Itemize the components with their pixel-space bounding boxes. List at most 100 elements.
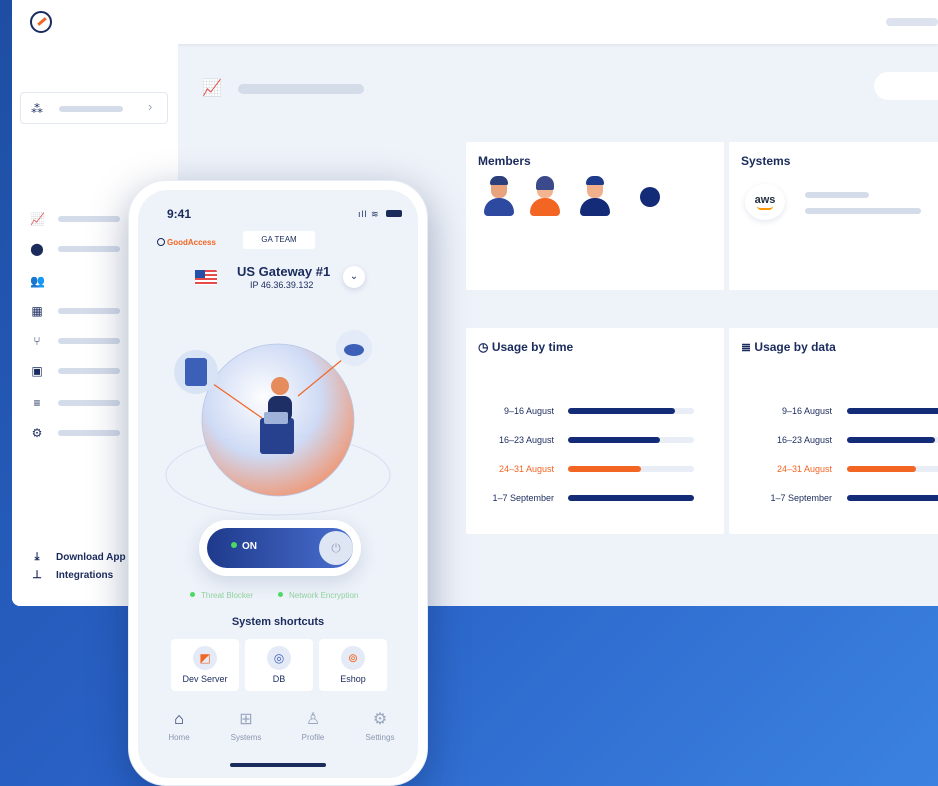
- gateway-ip: IP 46.36.39.132: [250, 280, 314, 290]
- shortcut-eshop[interactable]: ⊚ Eshop: [319, 639, 387, 691]
- usage-bar-track: [568, 466, 694, 472]
- download-icon: ⤓: [34, 551, 40, 563]
- usage-row-label: 16–23 August: [498, 435, 554, 445]
- usage-row-label: 24–31 August: [776, 464, 832, 474]
- shortcut-dev-server[interactable]: ◩ Dev Server: [171, 639, 239, 691]
- shortcut-db[interactable]: ◎ DB: [245, 639, 313, 691]
- sidebar-item-label-placeholder: [58, 246, 120, 252]
- system-name-placeholder: [805, 192, 869, 198]
- gears-icon: ⚙: [31, 426, 43, 440]
- usage-row: 9–16 August: [729, 404, 938, 418]
- usage-row-label: 24–31 August: [498, 464, 554, 474]
- org-icon: ⁂: [31, 102, 43, 116]
- tab-profile[interactable]: ♙ Profile: [285, 710, 341, 742]
- sidebar-item-label-placeholder: [58, 338, 120, 344]
- signal-wifi-icon: ıll ≋: [358, 209, 380, 219]
- team-selector[interactable]: GA TEAM: [243, 231, 315, 249]
- goodaccess-logo-icon[interactable]: [30, 11, 52, 33]
- organization-selector[interactable]: ⁂ ›: [20, 92, 168, 124]
- status-led-icon: [190, 592, 195, 597]
- toggle-state-text: ON: [242, 541, 257, 552]
- vpn-toggle[interactable]: ON ⏻: [199, 520, 361, 576]
- download-app-label: Download App: [56, 552, 126, 563]
- download-app-link[interactable]: ⤓ Download App: [30, 548, 126, 566]
- branch-icon: ⑂: [33, 334, 41, 348]
- members-card: Members: [466, 142, 724, 290]
- usage-bar-track: [847, 466, 938, 472]
- usage-row-label: 9–16 August: [781, 406, 832, 416]
- status-bar-time: 9:41: [167, 207, 192, 221]
- page-title-placeholder: [238, 84, 364, 94]
- home-icon: ⌂: [174, 711, 184, 728]
- usage-bar-fill: [847, 495, 938, 501]
- status-led-icon: [278, 592, 283, 597]
- usage-row-label: 1–7 September: [492, 493, 554, 503]
- gateway-chevron-down-icon[interactable]: ⌄: [343, 266, 365, 288]
- avatar[interactable]: [484, 176, 514, 216]
- usage-row-label: 16–23 August: [776, 435, 832, 445]
- apps-grid-icon: ▦: [31, 304, 43, 318]
- lifebuoy-icon: ⊚: [341, 646, 365, 670]
- sidebar-item-label-placeholder: [58, 430, 120, 436]
- location-icon: ⬤: [30, 242, 44, 256]
- usage-row: 1–7 September: [466, 491, 724, 505]
- power-icon[interactable]: ⏻: [319, 531, 353, 565]
- integrations-link[interactable]: ⊥ Integrations: [30, 566, 113, 584]
- tab-label: Settings: [365, 733, 395, 742]
- usage-row: 1–7 September: [729, 491, 938, 505]
- mobile-phone-mockup: 9:41 ıll ≋ GoodAccess GA TEAM US Gateway…: [128, 180, 428, 786]
- usage-row: 16–23 August: [729, 433, 938, 447]
- usage-bar-fill: [568, 408, 676, 414]
- phone-screen: 9:41 ıll ≋ GoodAccess GA TEAM US Gateway…: [138, 190, 418, 778]
- user-menu-placeholder[interactable]: [886, 18, 938, 26]
- tab-systems[interactable]: ⊞ Systems: [218, 710, 274, 742]
- avatar[interactable]: [530, 176, 560, 216]
- sidebar-item-label-placeholder: [58, 368, 120, 374]
- network-globe-illustration: [165, 330, 391, 516]
- tab-settings[interactable]: ⚙ Settings: [352, 710, 408, 742]
- us-flag-icon: [195, 270, 217, 285]
- id-card-icon: ▣: [31, 364, 43, 378]
- tab-label: Profile: [301, 733, 325, 742]
- usage-row: 16–23 August: [466, 433, 724, 447]
- tab-label: Systems: [230, 733, 262, 742]
- usage-row: 24–31 August: [466, 462, 724, 476]
- goodaccess-logo-icon: [157, 238, 165, 246]
- usage-bar-track: [847, 437, 938, 443]
- brand-name: GoodAccess: [167, 238, 216, 247]
- system-shortcuts-title: System shortcuts: [231, 616, 325, 628]
- sidebar-item-label-placeholder: [58, 216, 120, 222]
- more-members-avatar[interactable]: [640, 187, 660, 207]
- avatar[interactable]: [580, 176, 610, 216]
- usage-bar-fill: [847, 408, 938, 414]
- user-icon: ♙: [305, 711, 321, 728]
- battery-icon: [386, 210, 402, 217]
- search-input[interactable]: [874, 72, 938, 100]
- systems-title: Systems: [741, 154, 791, 168]
- gear-icon: ⚙: [372, 711, 388, 728]
- usage-row: 9–16 August: [466, 404, 724, 418]
- list-icon: ≡: [33, 396, 41, 410]
- system-detail-placeholder: [805, 208, 921, 214]
- usage-bar-track: [568, 437, 694, 443]
- sidebar-item-label-placeholder: [58, 400, 120, 406]
- systems-card: Systems aws: [729, 142, 938, 290]
- usage-bar-fill: [847, 437, 935, 443]
- shortcut-label: DB: [272, 674, 286, 684]
- usage-by-data-card: ≣ Usage by data 9–16 August 16–23 August 2…: [729, 328, 938, 534]
- gateway-name: US Gateway #1: [237, 264, 331, 279]
- threat-blocker-label: Threat Blocker: [201, 591, 254, 600]
- aws-logo-icon[interactable]: aws: [745, 184, 785, 220]
- usage-bar-fill: [568, 466, 642, 472]
- vpn-toggle-label: ON: [231, 541, 257, 552]
- chevron-right-icon: ›: [148, 99, 153, 114]
- chart-icon: 📈: [30, 212, 45, 226]
- usage-row-label: 1–7 September: [770, 493, 832, 503]
- tab-home[interactable]: ⌂ Home: [151, 710, 207, 742]
- tab-label: Home: [168, 733, 190, 742]
- usage-bar-track: [847, 408, 938, 414]
- home-indicator: [230, 763, 326, 767]
- shortcut-label: Dev Server: [182, 674, 228, 684]
- chart-icon: 📈: [202, 80, 222, 97]
- org-name-placeholder: [59, 106, 123, 112]
